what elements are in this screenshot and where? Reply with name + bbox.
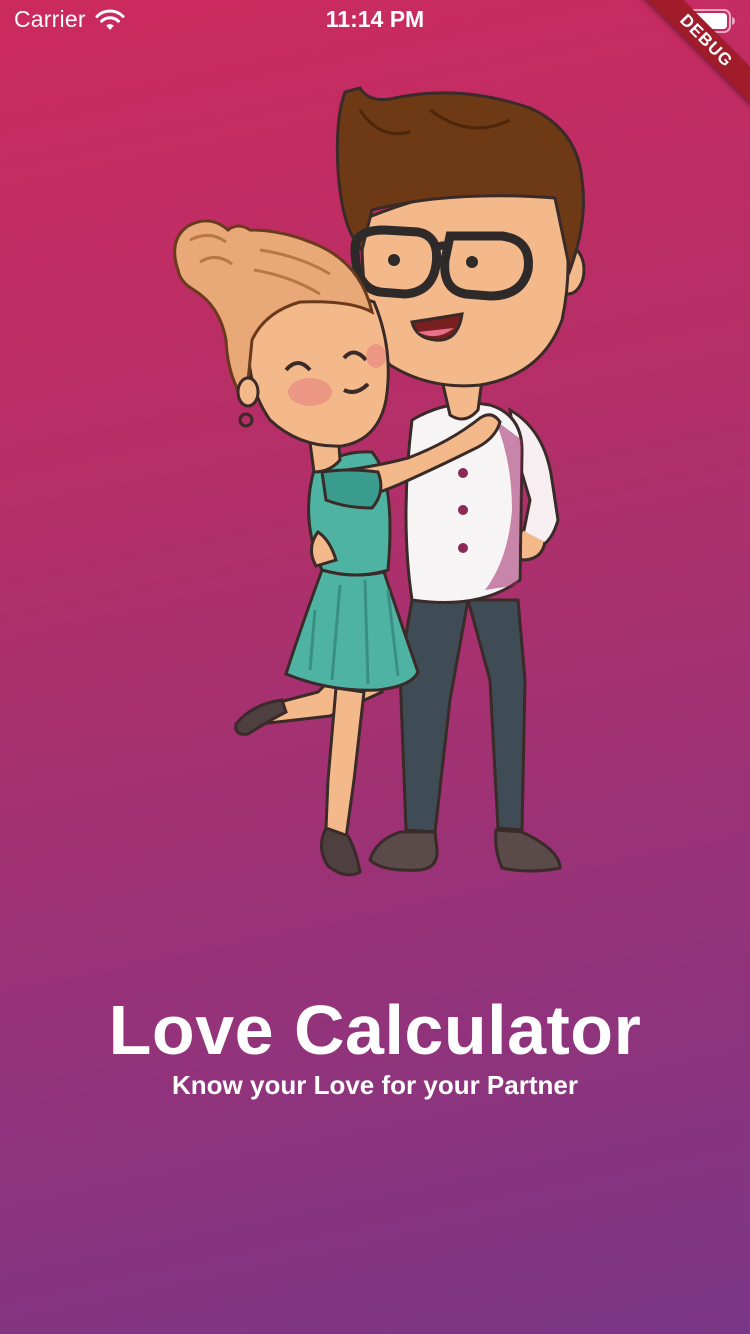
debug-ribbon: DEBUG: [630, 0, 750, 120]
app-subtitle: Know your Love for your Partner: [172, 1070, 578, 1100]
debug-label: DEBUG: [640, 0, 750, 107]
app-title: Love Calculator: [108, 991, 642, 1069]
couple-hug-illustration: [173, 86, 586, 877]
